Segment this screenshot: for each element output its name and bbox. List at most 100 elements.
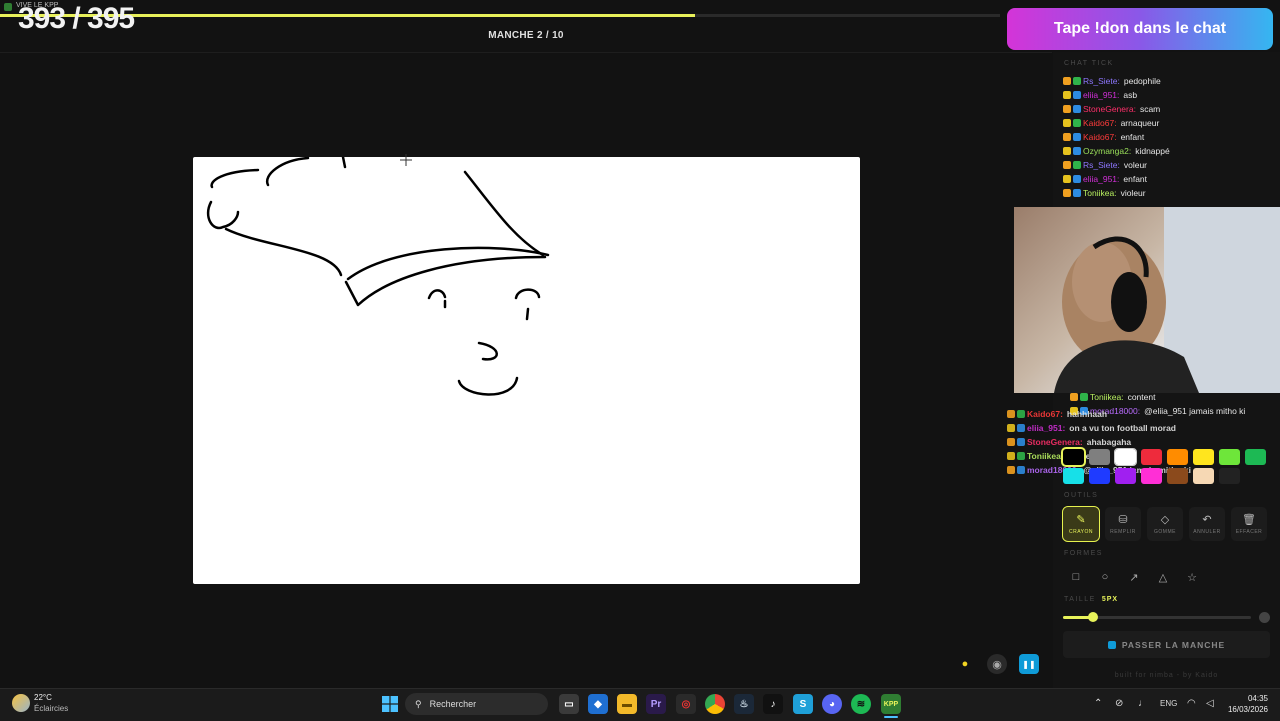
chat-badge-icon bbox=[1063, 91, 1071, 99]
mic-muted-icon[interactable]: ⊘ bbox=[1115, 698, 1123, 709]
triangle-shape-icon[interactable]: △ bbox=[1152, 567, 1174, 587]
chat-username[interactable]: eliia_951: bbox=[1083, 88, 1119, 102]
color-palette-row-2 bbox=[1063, 468, 1240, 484]
chat-badge-icon bbox=[1073, 175, 1081, 183]
chat-badge-icon bbox=[1007, 452, 1015, 460]
mic-icon[interactable]: ♩ bbox=[1138, 698, 1148, 709]
chat-username[interactable]: Kaido67: bbox=[1083, 116, 1117, 130]
color-swatch[interactable] bbox=[1245, 449, 1266, 465]
chat-username[interactable]: Kaido67: bbox=[1027, 407, 1063, 421]
tool-label: GOMME bbox=[1154, 529, 1176, 535]
chat-badge-icon bbox=[1080, 393, 1088, 401]
size-preview-dot bbox=[1259, 612, 1270, 623]
color-swatch[interactable] bbox=[1061, 447, 1086, 467]
tray-chevron-icon[interactable]: ⌃ bbox=[1094, 698, 1102, 709]
spotify-icon[interactable]: ≋ bbox=[851, 694, 871, 714]
rectangle-shape-icon[interactable]: □ bbox=[1065, 567, 1087, 587]
tool-annuler-button[interactable]: ↶ ANNULER bbox=[1189, 507, 1225, 541]
pause-icon[interactable]: ❚❚ bbox=[1019, 654, 1039, 674]
chat-section-label: CHAT TICK bbox=[1064, 60, 1114, 67]
app-s-icon[interactable]: S bbox=[793, 694, 813, 714]
chat-badge-icon bbox=[1007, 424, 1015, 432]
file-explorer-icon[interactable]: ▬ bbox=[617, 694, 637, 714]
eye-icon[interactable]: ◉ bbox=[987, 654, 1007, 674]
size-label-row: TAILLE 5PX bbox=[1064, 596, 1118, 603]
kpp-app-icon[interactable]: KPP bbox=[881, 694, 901, 714]
chat-username[interactable]: Ozymanga2: bbox=[1083, 144, 1131, 158]
chat-badge-icon bbox=[1007, 410, 1015, 418]
color-swatch[interactable] bbox=[1141, 468, 1162, 484]
chat-username[interactable]: Toniikea: bbox=[1090, 390, 1124, 404]
chat-username[interactable]: Rs_Siete: bbox=[1083, 158, 1120, 172]
chat-username[interactable]: eliia_951: bbox=[1083, 172, 1119, 186]
language-indicator[interactable]: ENG bbox=[1160, 699, 1177, 708]
hint-icon[interactable]: ● bbox=[955, 654, 975, 674]
chat-message: StoneGenera: ahabagaha bbox=[1007, 435, 1191, 449]
color-swatch[interactable] bbox=[1219, 468, 1240, 484]
volume-icon[interactable]: ◁ bbox=[1206, 698, 1214, 709]
tiktok-icon[interactable]: ♪ bbox=[763, 694, 783, 714]
donate-banner: Tape !don dans le chat bbox=[1007, 8, 1273, 50]
color-swatch[interactable] bbox=[1167, 449, 1188, 465]
chat-username[interactable]: Rs_Siete: bbox=[1083, 74, 1120, 88]
chat-badge-icon bbox=[1070, 393, 1078, 401]
color-swatch[interactable] bbox=[1089, 468, 1110, 484]
eraser-icon: ◇ bbox=[1160, 514, 1170, 526]
tool-effacer-button[interactable]: 🗑 EFFACER bbox=[1231, 507, 1267, 541]
star-shape-icon[interactable]: ☆ bbox=[1181, 567, 1203, 587]
ellipse-shape-icon[interactable]: ○ bbox=[1094, 567, 1116, 587]
chrome-icon[interactable] bbox=[705, 694, 725, 714]
weather-desc: Éclaircies bbox=[34, 704, 69, 713]
task-view-icon[interactable]: ▭ bbox=[559, 694, 579, 714]
size-label: TAILLE bbox=[1064, 596, 1096, 603]
chat-username[interactable]: StoneGenera: bbox=[1083, 102, 1136, 116]
chat-username[interactable]: StoneGenera: bbox=[1027, 435, 1083, 449]
color-swatch[interactable] bbox=[1063, 468, 1084, 484]
taskbar-search-input[interactable]: ⚲ Rechercher bbox=[405, 693, 548, 715]
arrow-shape-icon[interactable]: ↗ bbox=[1123, 567, 1145, 587]
tools-section-label: OUTILS bbox=[1064, 492, 1099, 499]
wifi-icon[interactable]: ◠ bbox=[1187, 698, 1196, 709]
color-swatch[interactable] bbox=[1219, 449, 1240, 465]
chat-username[interactable]: Toniikea: bbox=[1027, 449, 1064, 463]
drawing-canvas[interactable] bbox=[193, 155, 860, 584]
chat-message: Toniikea:content bbox=[1070, 390, 1245, 404]
color-swatch[interactable] bbox=[1141, 449, 1162, 465]
weather-temp: 22°C bbox=[34, 693, 52, 702]
widgets-icon[interactable]: ◆ bbox=[588, 694, 608, 714]
premiere-pro-icon[interactable]: Pr bbox=[646, 694, 666, 714]
tool-remplir-button[interactable]: ⛁ REMPLIR bbox=[1105, 507, 1141, 541]
chat-badge-icon bbox=[1063, 133, 1071, 141]
discord-icon[interactable]: ◕ bbox=[822, 694, 842, 714]
obs-icon[interactable]: ◎ bbox=[676, 694, 696, 714]
round-label: MANCHE 2 / 10 bbox=[488, 30, 564, 41]
color-swatch[interactable] bbox=[1193, 468, 1214, 484]
tool-crayon-button[interactable]: ✎ CRAYON bbox=[1062, 506, 1100, 542]
color-swatch[interactable] bbox=[1114, 448, 1137, 466]
size-slider[interactable] bbox=[1063, 612, 1251, 622]
chat-message: eliia_951: on a vu ton football morad bbox=[1007, 421, 1191, 435]
color-swatch[interactable] bbox=[1115, 468, 1136, 484]
skip-round-button[interactable]: PASSER LA MANCHE bbox=[1063, 631, 1270, 658]
chat-username[interactable]: Toniikea: bbox=[1083, 186, 1117, 200]
tool-gomme-button[interactable]: ◇ GOMME bbox=[1147, 507, 1183, 541]
clock-date: 16/03/2026 bbox=[1227, 705, 1268, 714]
chat-text: hahhhaah bbox=[1066, 409, 1108, 419]
chat-message: Kaido67: enfant bbox=[1063, 130, 1170, 144]
chat-username[interactable]: eliia_951: bbox=[1027, 421, 1065, 435]
weather-icon[interactable] bbox=[12, 694, 30, 712]
search-icon: ⚲ bbox=[415, 698, 422, 709]
tool-label: EFFACER bbox=[1235, 529, 1263, 535]
color-swatch[interactable] bbox=[1167, 468, 1188, 484]
color-swatch[interactable] bbox=[1089, 449, 1110, 465]
windows-start-icon[interactable] bbox=[380, 694, 400, 714]
chat-username[interactable]: Kaido67: bbox=[1083, 130, 1117, 144]
chat-badge-icon bbox=[1007, 466, 1015, 474]
chat-badge-icon bbox=[1073, 91, 1081, 99]
chat-message: eliia_951: asb bbox=[1063, 88, 1170, 102]
chat-badge-icon bbox=[1063, 77, 1071, 85]
chat-badge-icon bbox=[1017, 438, 1025, 446]
color-palette-row-1 bbox=[1061, 447, 1266, 467]
steam-icon[interactable]: ♨ bbox=[734, 694, 754, 714]
color-swatch[interactable] bbox=[1193, 449, 1214, 465]
